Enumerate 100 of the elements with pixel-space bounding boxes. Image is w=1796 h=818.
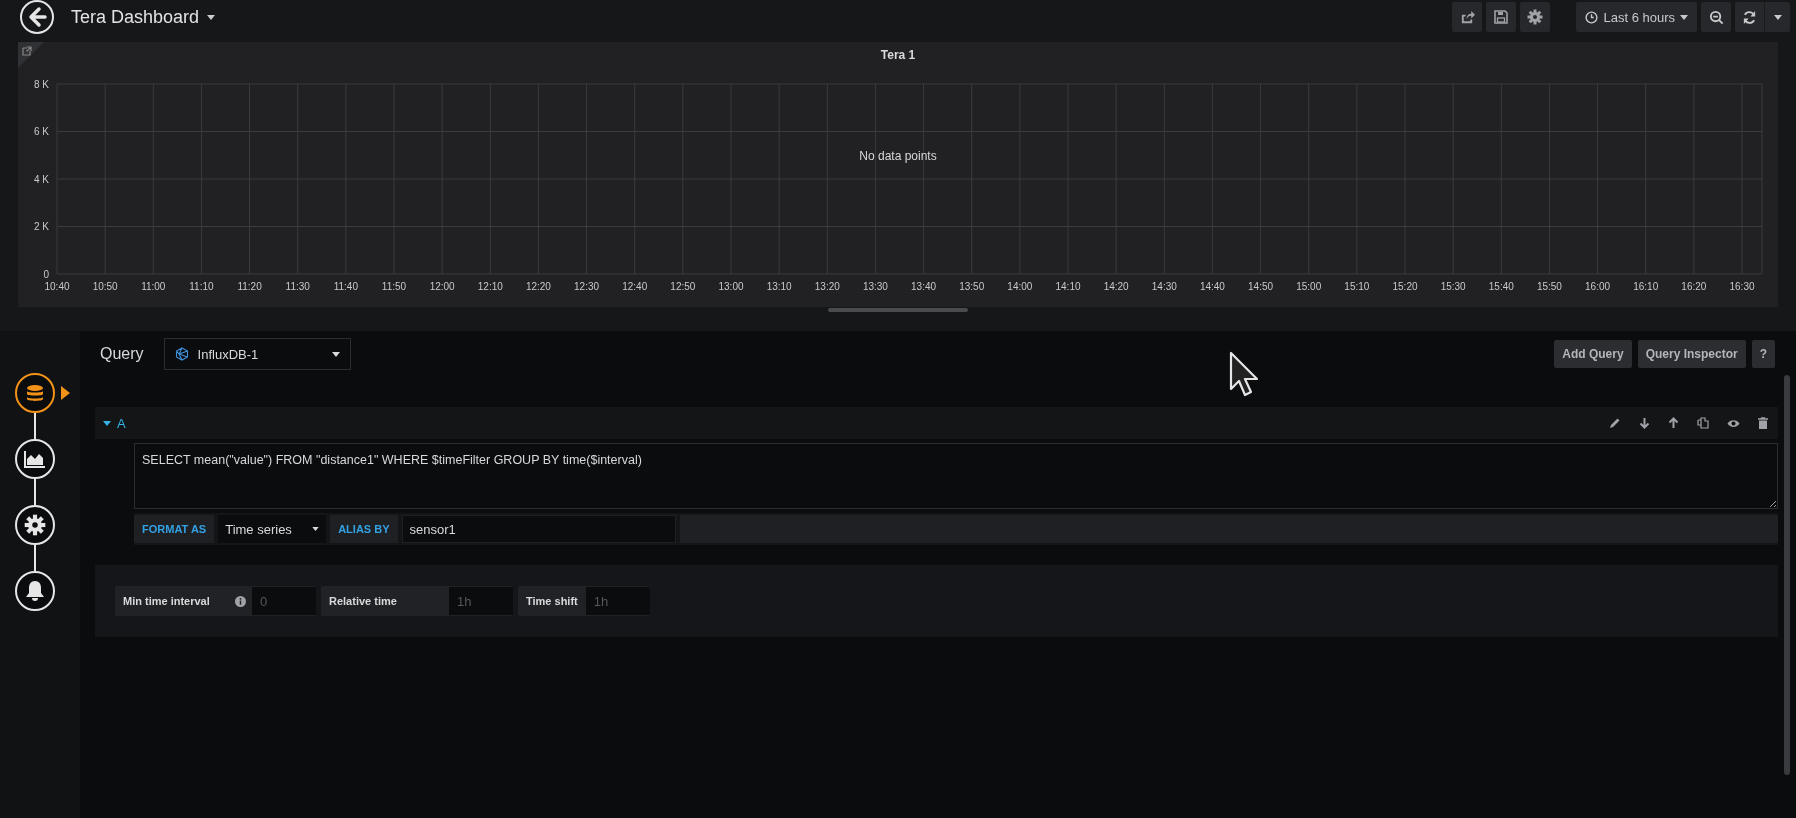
option-input[interactable]: 0 [252, 587, 316, 615]
axis-label: 12:50 [670, 281, 696, 292]
move-up-icon[interactable] [1668, 417, 1679, 429]
axis-label: 14:30 [1151, 281, 1177, 292]
axis-label: 12:10 [477, 281, 503, 292]
axis-label: 11:10 [189, 281, 214, 292]
queries-tab[interactable] [15, 373, 55, 413]
database-icon [25, 383, 45, 403]
alias-by-label: ALIAS BY [330, 515, 398, 543]
save-icon [1494, 10, 1509, 24]
axis-label: 13:40 [911, 281, 937, 292]
alias-input[interactable]: sensor1 [401, 515, 676, 543]
refresh-interval-dropdown[interactable] [1765, 2, 1790, 32]
caret-icon [1773, 14, 1782, 20]
query-letter[interactable]: A [117, 415, 126, 431]
alert-tab[interactable] [15, 571, 55, 611]
axis-label: 15:50 [1536, 281, 1562, 292]
settings-icon [1527, 9, 1544, 25]
collapse-caret-icon[interactable] [103, 419, 111, 427]
eye-icon[interactable] [1727, 418, 1740, 428]
panel-corner [18, 42, 44, 68]
axis-label: 11:50 [381, 281, 407, 292]
axis-label: 14:40 [1199, 281, 1225, 292]
axis-label: 14:10 [1055, 281, 1081, 292]
axis-label: 13:20 [814, 281, 840, 292]
panel-title: Tera 1 [880, 48, 916, 64]
axis-label: 12:40 [622, 281, 648, 292]
format-as-label: FORMAT AS [134, 515, 215, 543]
refresh-icon [1742, 9, 1757, 25]
option-label: Min time interval [122, 595, 211, 607]
zoom-out-icon [1708, 9, 1724, 25]
caret-icon [312, 527, 320, 531]
axis-label: 2 K [34, 221, 49, 232]
trash-icon[interactable] [1758, 417, 1768, 429]
axis-label: 0 [43, 268, 49, 280]
selection-pointer [61, 386, 70, 400]
gear-icon [24, 514, 46, 536]
query-inspector-button[interactable]: Query Inspector [1637, 340, 1746, 368]
time-range-picker[interactable]: Last 6 hours [1576, 2, 1697, 32]
info-icon[interactable] [235, 595, 246, 607]
axis-label: 13:50 [959, 281, 985, 292]
option-label: Relative time [328, 595, 398, 607]
axis-label: 16:20 [1681, 281, 1707, 292]
axis-label: 14:50 [1248, 281, 1274, 292]
axis-label: 15:00 [1296, 281, 1322, 292]
query-label: Query [100, 345, 144, 363]
dashboard-title[interactable]: Tera Dashboard [71, 6, 200, 28]
axis-label: 12:30 [574, 281, 600, 292]
save-button[interactable] [1486, 2, 1517, 32]
axis-label: 4 K [34, 173, 49, 185]
axis-label: 14:00 [1007, 281, 1033, 292]
axis-label: 6 K [34, 126, 49, 137]
add-query-button[interactable]: Add Query [1554, 340, 1632, 368]
axis-label: 13:10 [766, 281, 792, 292]
axis-label: 14:20 [1103, 281, 1129, 292]
axis-label: 16:10 [1633, 281, 1659, 292]
duplicate-icon[interactable] [1697, 417, 1709, 429]
scrollbar[interactable] [1784, 375, 1790, 775]
axis-label: 11:20 [237, 281, 262, 292]
move-down-icon[interactable] [1639, 417, 1650, 429]
resize-handle[interactable] [828, 308, 968, 312]
area-chart-icon [24, 450, 46, 468]
zoom-out-button[interactable] [1701, 2, 1731, 32]
pencil-icon[interactable] [1609, 417, 1621, 429]
back-icon[interactable] [19, 0, 55, 35]
format-dropdown[interactable]: Time series [218, 515, 327, 543]
refresh-button[interactable] [1735, 2, 1765, 32]
query-editor[interactable]: SELECT mean("value") FROM "distance1" WHERE $timeFilter GROUP BY time($interval) [134, 443, 1778, 509]
axis-label: 10:40 [44, 281, 70, 292]
axis-label: 8 K [34, 78, 49, 90]
share-button[interactable] [1452, 2, 1483, 32]
axis-label: 11:30 [285, 281, 310, 292]
clock-icon [1585, 10, 1599, 24]
axis-label: 13:30 [862, 281, 888, 292]
no-data-message: No data points [859, 149, 937, 163]
cursor-icon [1229, 351, 1261, 397]
option-label: Time shift [525, 595, 579, 607]
axis-label: 15:30 [1440, 281, 1466, 292]
general-tab[interactable] [15, 505, 55, 545]
axis-label: 13:00 [718, 281, 744, 292]
external-link-icon[interactable] [22, 46, 32, 56]
axis-label: 10:50 [92, 281, 118, 292]
axis-label: 11:40 [333, 281, 358, 292]
axis-label: 12:20 [525, 281, 551, 292]
bell-icon [25, 580, 45, 602]
caret-icon [331, 351, 340, 357]
caret-icon[interactable] [207, 14, 216, 20]
visualization-tab[interactable] [15, 439, 55, 479]
settings-button[interactable] [1520, 2, 1551, 32]
axis-label: 12:00 [429, 281, 455, 292]
datasource-dropdown[interactable]: InfluxDB-1 [163, 338, 351, 370]
axis-label: 11:00 [141, 281, 166, 292]
caret-icon [1680, 14, 1688, 20]
option-input[interactable]: 1h [585, 587, 650, 615]
help-button[interactable]: ? [1751, 340, 1775, 368]
share-icon [1459, 9, 1475, 25]
datasource-icon [174, 347, 189, 361]
axis-label: 16:30 [1729, 281, 1755, 292]
option-input[interactable]: 1h [449, 587, 513, 615]
axis-label: 16:00 [1585, 281, 1611, 292]
